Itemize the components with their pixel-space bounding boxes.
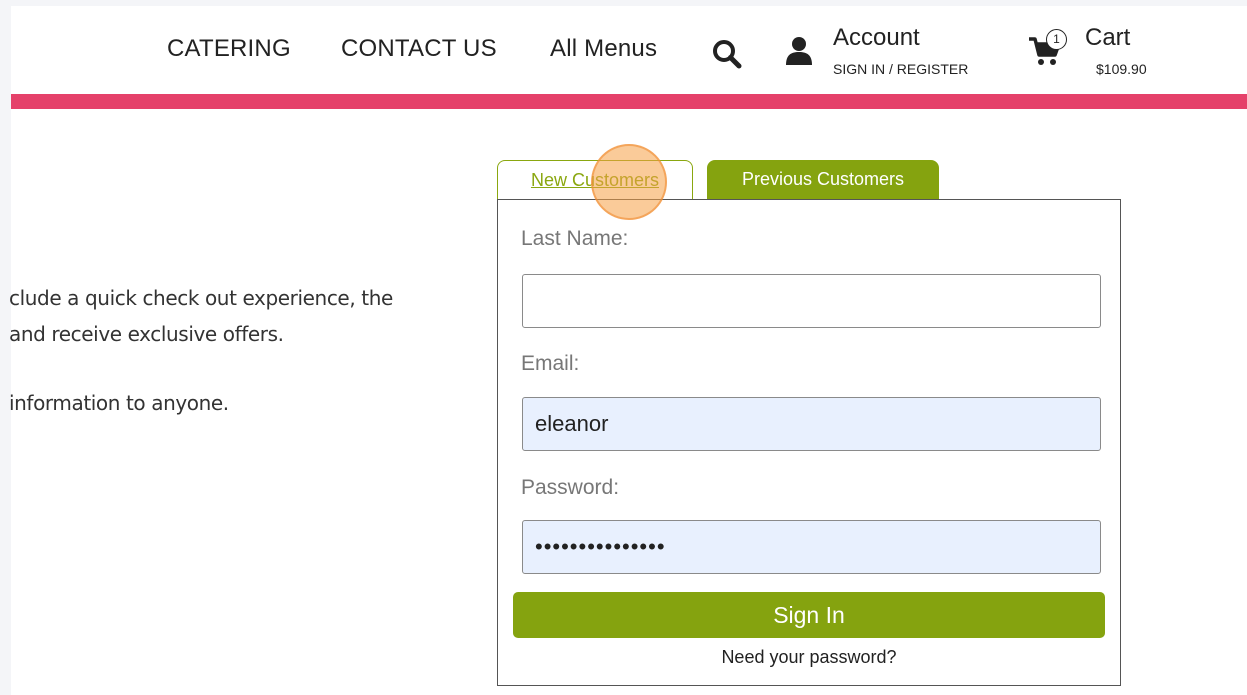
- password-input[interactable]: •••••••••••••••: [522, 520, 1101, 574]
- cart-count-badge: 1: [1046, 29, 1067, 50]
- header-nav: CATERING CONTACT US All Menus Account SI…: [11, 6, 1247, 94]
- email-label: Email:: [521, 352, 580, 375]
- last-name-label: Last Name:: [521, 227, 629, 250]
- sign-in-register-link[interactable]: SIGN IN / REGISTER: [833, 61, 968, 77]
- search-icon[interactable]: [711, 38, 743, 75]
- intro-text-line-1: clude a quick check out experience, the: [9, 286, 393, 310]
- page: CATERING CONTACT US All Menus Account SI…: [9, 6, 1247, 695]
- tab-previous-customers[interactable]: Previous Customers: [707, 160, 939, 200]
- intro-text-line-3: information to anyone.: [9, 391, 229, 415]
- user-icon[interactable]: [785, 35, 813, 72]
- need-password-link[interactable]: Need your password?: [498, 647, 1120, 668]
- account-title[interactable]: Account: [833, 24, 920, 52]
- nav-contact-us[interactable]: CONTACT US: [341, 35, 497, 63]
- sign-in-form: Last Name: Email: eleanor Password: ••••…: [497, 199, 1121, 686]
- cart-total: $109.90: [1096, 61, 1147, 77]
- header-divider-bar: [11, 94, 1247, 109]
- email-input[interactable]: eleanor: [522, 397, 1101, 451]
- cart-title[interactable]: Cart: [1085, 24, 1130, 52]
- last-name-input[interactable]: [522, 274, 1101, 328]
- nav-catering[interactable]: CATERING: [167, 35, 291, 63]
- sign-in-button[interactable]: Sign In: [513, 592, 1105, 638]
- intro-text-line-2: and receive exclusive offers.: [9, 322, 284, 346]
- password-label: Password:: [521, 476, 620, 499]
- nav-all-menus[interactable]: All Menus: [550, 35, 657, 63]
- tab-new-customers[interactable]: New Customers: [497, 160, 693, 200]
